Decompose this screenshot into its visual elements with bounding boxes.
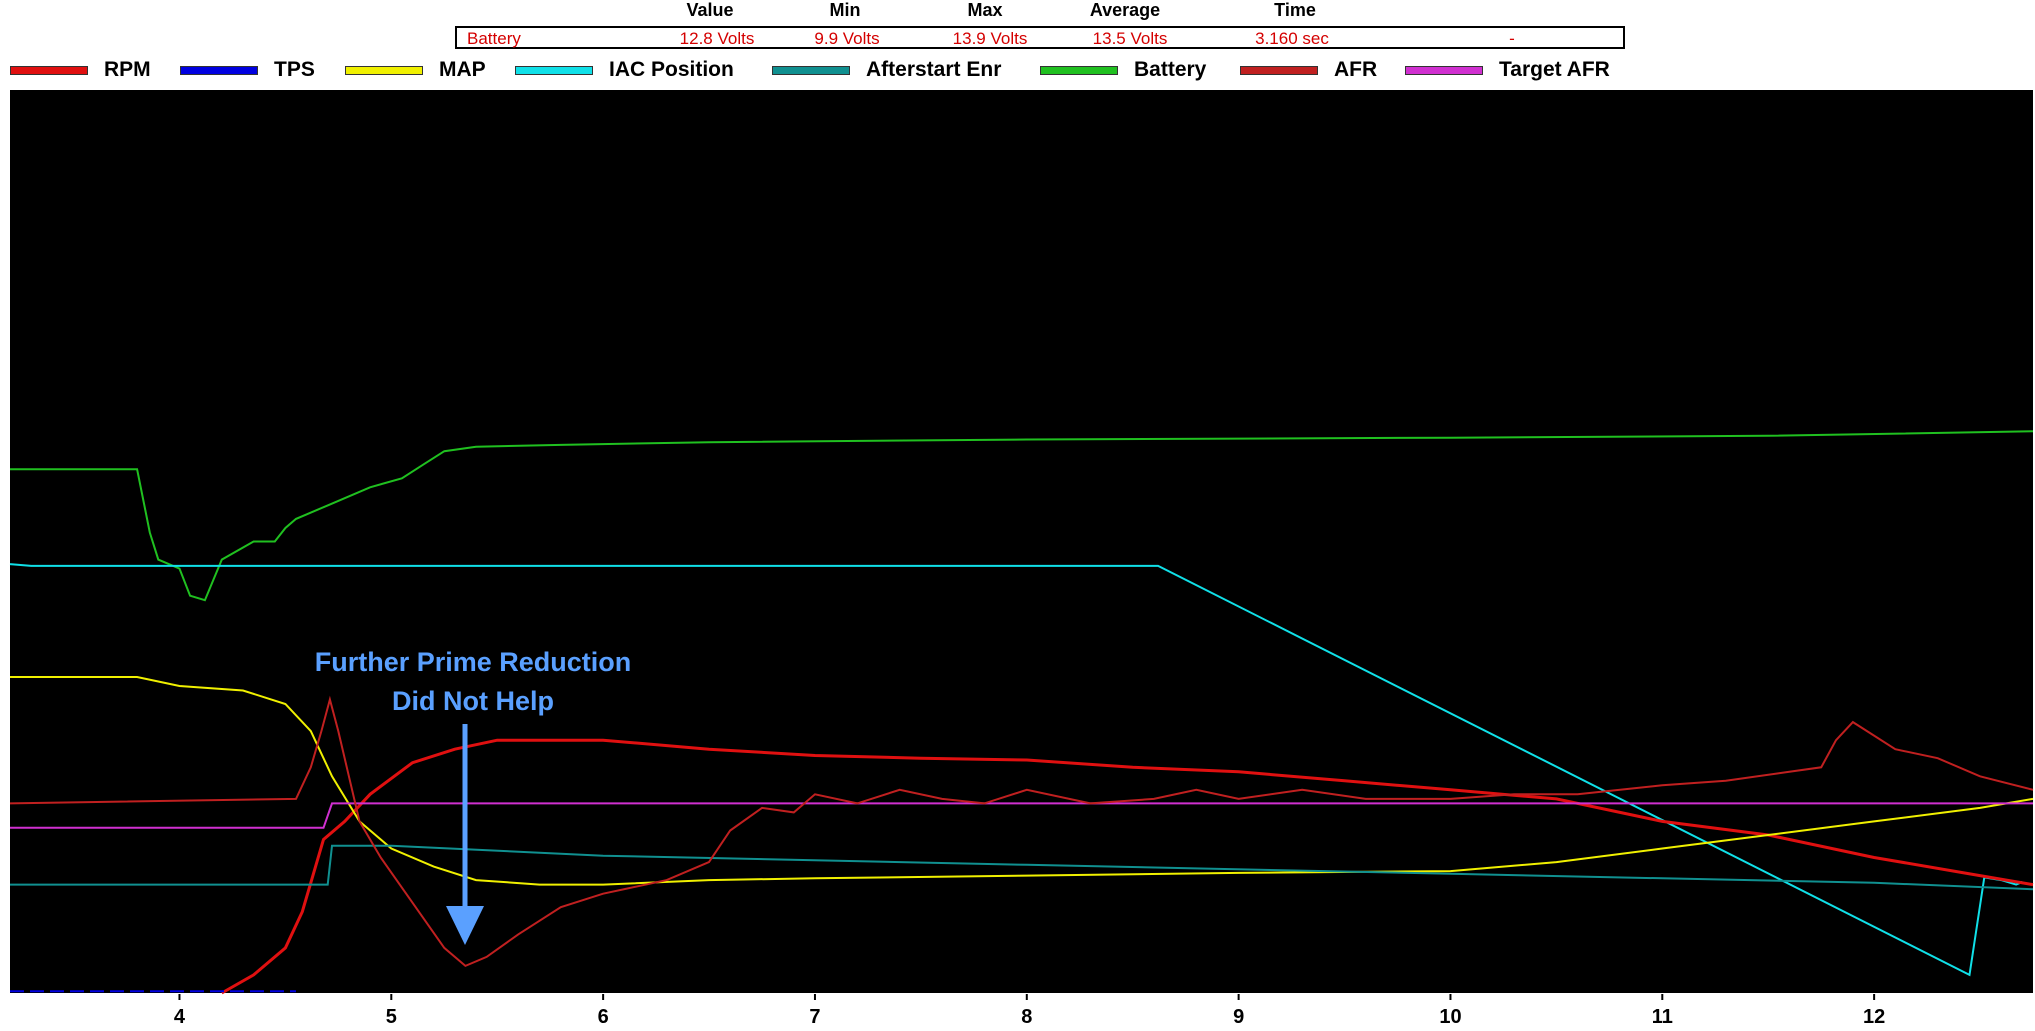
x-tick-label: 8 bbox=[1021, 1006, 1032, 1028]
legend-label-rpm: RPM bbox=[104, 58, 151, 81]
annotation-line-2: Did Not Help bbox=[392, 686, 554, 716]
stats-max: 13.9 Volts bbox=[952, 29, 1028, 48]
x-tick-label: 9 bbox=[1233, 1006, 1244, 1028]
legend-item-afterstart-enr[interactable]: Afterstart Enr bbox=[772, 56, 1001, 84]
stats-value: 12.8 Volts bbox=[679, 29, 755, 48]
legend-label-iac-position: IAC Position bbox=[609, 58, 734, 81]
legend-swatch-map bbox=[345, 65, 423, 75]
x-tick-label: 10 bbox=[1439, 1006, 1461, 1028]
x-axis: 4 5 6 7 8 9 10 11 12 bbox=[174, 994, 1885, 1028]
legend-swatch-afterstart-enr bbox=[772, 65, 850, 75]
stats-header-max: Max bbox=[967, 0, 1003, 20]
x-tick-label: 5 bbox=[386, 1006, 397, 1028]
legend-item-iac-position[interactable]: IAC Position bbox=[515, 56, 734, 84]
legend-label-map: MAP bbox=[439, 58, 486, 81]
legend-label-target-afr: Target AFR bbox=[1499, 58, 1610, 81]
legend: RPM TPS MAP IAC Position Afterstart Enr … bbox=[0, 56, 2035, 84]
legend-item-battery[interactable]: Battery bbox=[1040, 56, 1206, 84]
datalog-chart[interactable]: 4 5 6 7 8 9 10 11 12 Further Prime Reduction Did… bbox=[0, 88, 2035, 1031]
stats-header-average: Average bbox=[1089, 0, 1161, 20]
legend-label-tps: TPS bbox=[274, 58, 315, 81]
legend-swatch-rpm bbox=[10, 65, 88, 75]
stats-min: 9.9 Volts bbox=[814, 29, 880, 48]
stats-header-min: Min bbox=[829, 0, 861, 20]
x-tick-label: 4 bbox=[174, 1006, 186, 1028]
legend-label-afr: AFR bbox=[1334, 58, 1378, 81]
stats-channel: Battery bbox=[467, 29, 521, 48]
x-tick-label: 6 bbox=[598, 1006, 609, 1028]
x-tick-label: 11 bbox=[1652, 1006, 1673, 1028]
annotation-line-1: Further Prime Reduction bbox=[315, 647, 632, 677]
legend-label-afterstart-enr: Afterstart Enr bbox=[866, 58, 1002, 81]
stats-extra: - bbox=[1509, 29, 1515, 48]
plot-area bbox=[10, 90, 2033, 993]
stats-header-time: Time bbox=[1274, 0, 1316, 20]
x-tick-label: 7 bbox=[809, 1006, 820, 1028]
legend-item-map[interactable]: MAP bbox=[345, 56, 486, 84]
legend-item-rpm[interactable]: RPM bbox=[10, 56, 151, 84]
stats-time: 3.160 sec bbox=[1255, 29, 1329, 48]
legend-swatch-afr bbox=[1240, 65, 1318, 75]
stats-box[interactable]: Battery 12.8 Volts 9.9 Volts 13.9 Volts … bbox=[455, 26, 1625, 49]
x-tick-label: 12 bbox=[1863, 1006, 1885, 1028]
legend-swatch-target-afr bbox=[1405, 65, 1483, 75]
legend-swatch-iac-position bbox=[515, 65, 593, 75]
legend-swatch-tps bbox=[180, 65, 258, 75]
legend-swatch-battery bbox=[1040, 65, 1118, 75]
legend-item-tps[interactable]: TPS bbox=[180, 56, 315, 84]
stats-average: 13.5 Volts bbox=[1092, 29, 1168, 48]
legend-item-target-afr[interactable]: Target AFR bbox=[1405, 56, 1610, 84]
stats-header-value: Value bbox=[686, 0, 734, 20]
legend-label-battery: Battery bbox=[1134, 58, 1207, 81]
legend-item-afr[interactable]: AFR bbox=[1240, 56, 1377, 84]
